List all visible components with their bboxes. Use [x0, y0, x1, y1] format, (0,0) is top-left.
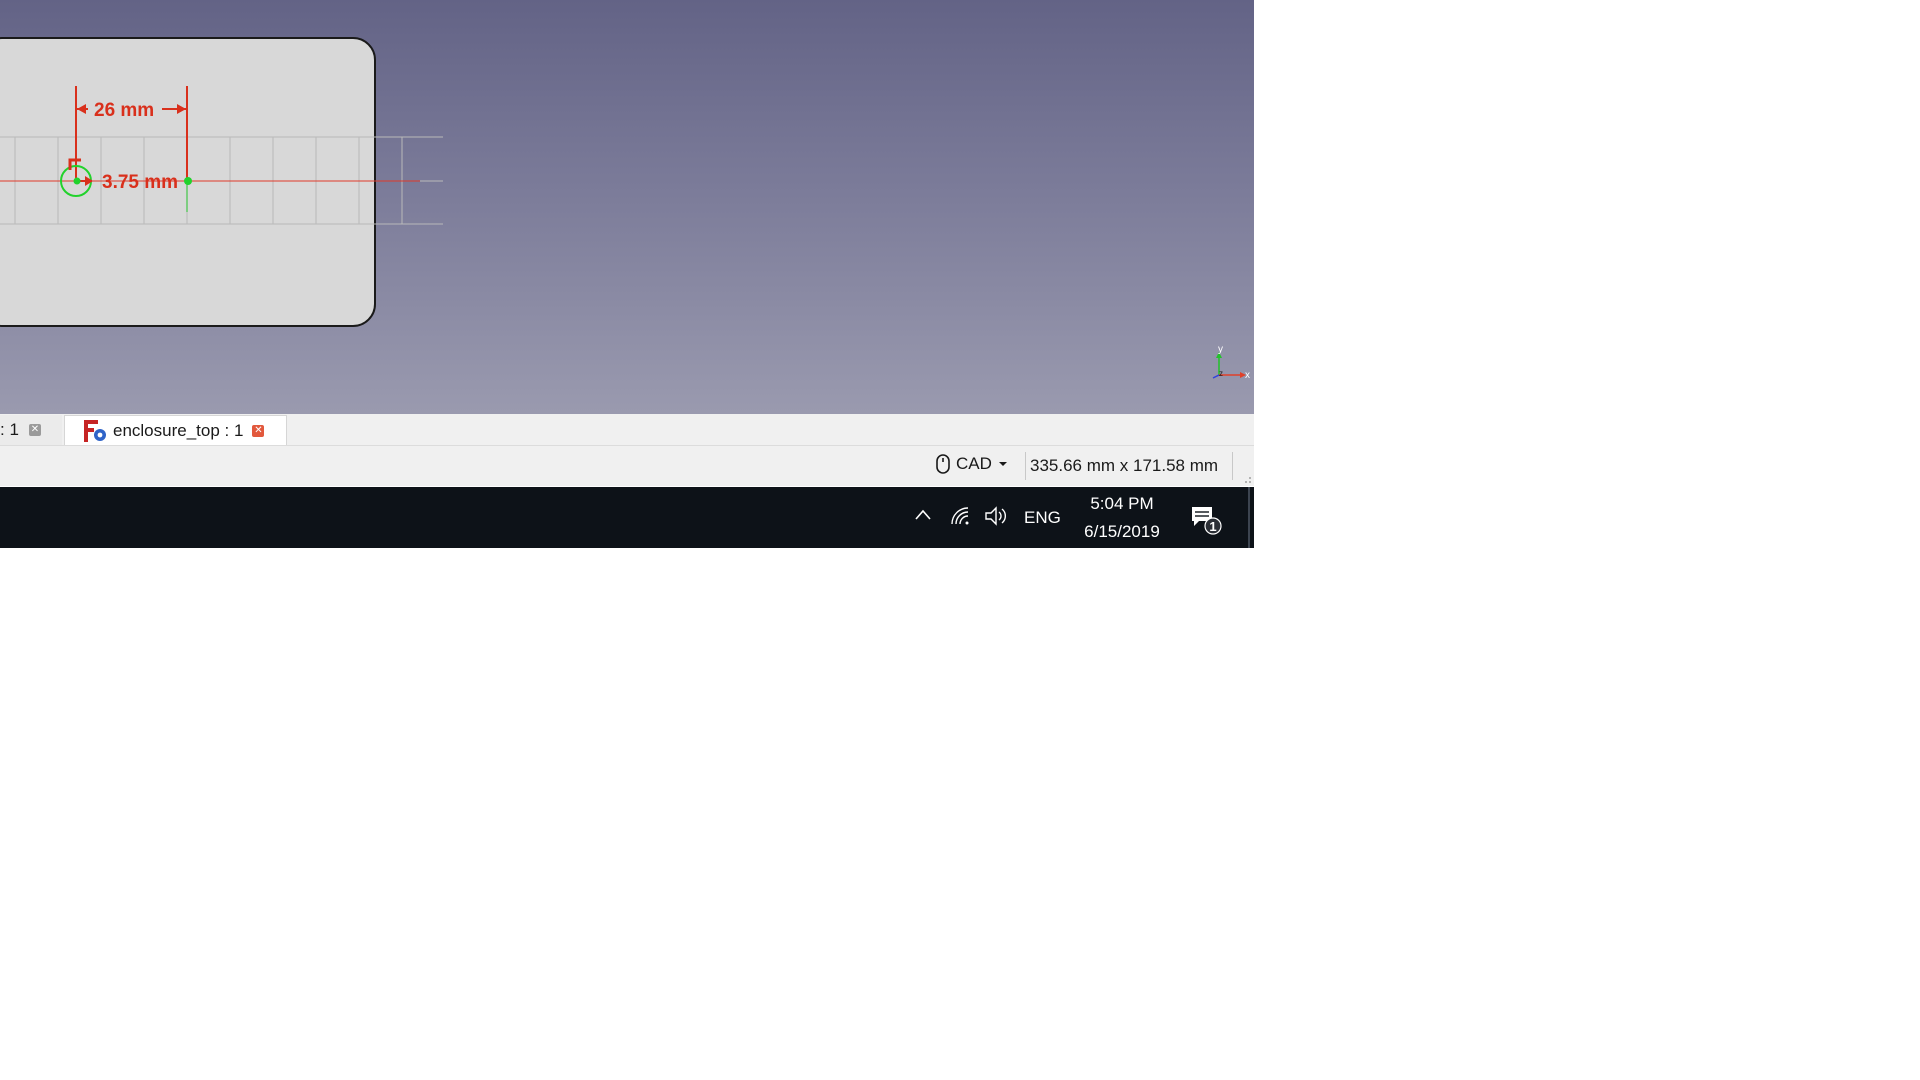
axis-z-label: z — [1219, 369, 1223, 378]
axis-x-label: x — [1245, 370, 1250, 381]
resize-grip-icon[interactable] — [1242, 474, 1252, 484]
navigation-style-selector[interactable]: CAD — [936, 454, 1008, 474]
constraint-point[interactable] — [184, 177, 192, 185]
wifi-icon[interactable] — [949, 505, 971, 527]
dimension-radius-label[interactable]: 3.75 mm — [102, 172, 178, 193]
freecad-document-icon — [84, 419, 106, 442]
mouse-icon — [936, 454, 950, 474]
divider — [1232, 452, 1233, 480]
action-center-icon: 1 — [1192, 507, 1222, 535]
chevron-up-icon[interactable] — [913, 505, 933, 525]
clock-time[interactable]: 5:04 PM — [1088, 494, 1156, 514]
notification-count: 1 — [1209, 519, 1216, 534]
caret-down-icon — [998, 462, 1007, 466]
divider — [1025, 452, 1026, 480]
status-bar: CAD 335.66 mm x 171.58 mm — [0, 446, 1254, 486]
clock-date[interactable]: 6/15/2019 — [1078, 522, 1166, 542]
tab-label: enclosure_top : 1 — [113, 420, 244, 440]
windows-taskbar: ENG 5:04 PM 6/15/2019 1 — [0, 487, 1254, 548]
sketch-scene[interactable]: 26 mm 3.75 mm y x z — [0, 0, 1254, 414]
tab-previous-document[interactable]: : 1 ✕ — [0, 415, 62, 445]
tab-label: : 1 — [0, 420, 19, 439]
show-desktop-button[interactable] — [1248, 487, 1250, 548]
axis-y-label: y — [1218, 344, 1223, 355]
circle-center-point[interactable] — [73, 177, 81, 185]
volume-icon[interactable] — [984, 505, 1008, 527]
axis-cross-indicator: y x z — [1212, 344, 1250, 381]
close-icon[interactable]: ✕ — [252, 424, 265, 437]
close-icon[interactable]: ✕ — [28, 424, 41, 436]
view-dimensions: 335.66 mm x 171.58 mm — [1030, 456, 1219, 475]
document-tab-bar: : 1 ✕ enclosure_top : 1 ✕ — [0, 414, 1254, 446]
3d-viewport[interactable]: 26 mm 3.75 mm y x z — [0, 0, 1254, 414]
dimension-26mm-label[interactable]: 26 mm — [94, 100, 154, 121]
tab-enclosure-top[interactable]: enclosure_top : 1 ✕ — [64, 415, 287, 445]
navigation-style-label: CAD — [956, 454, 992, 473]
language-indicator[interactable]: ENG — [1024, 508, 1061, 528]
action-center-button[interactable]: 1 — [1190, 504, 1222, 541]
